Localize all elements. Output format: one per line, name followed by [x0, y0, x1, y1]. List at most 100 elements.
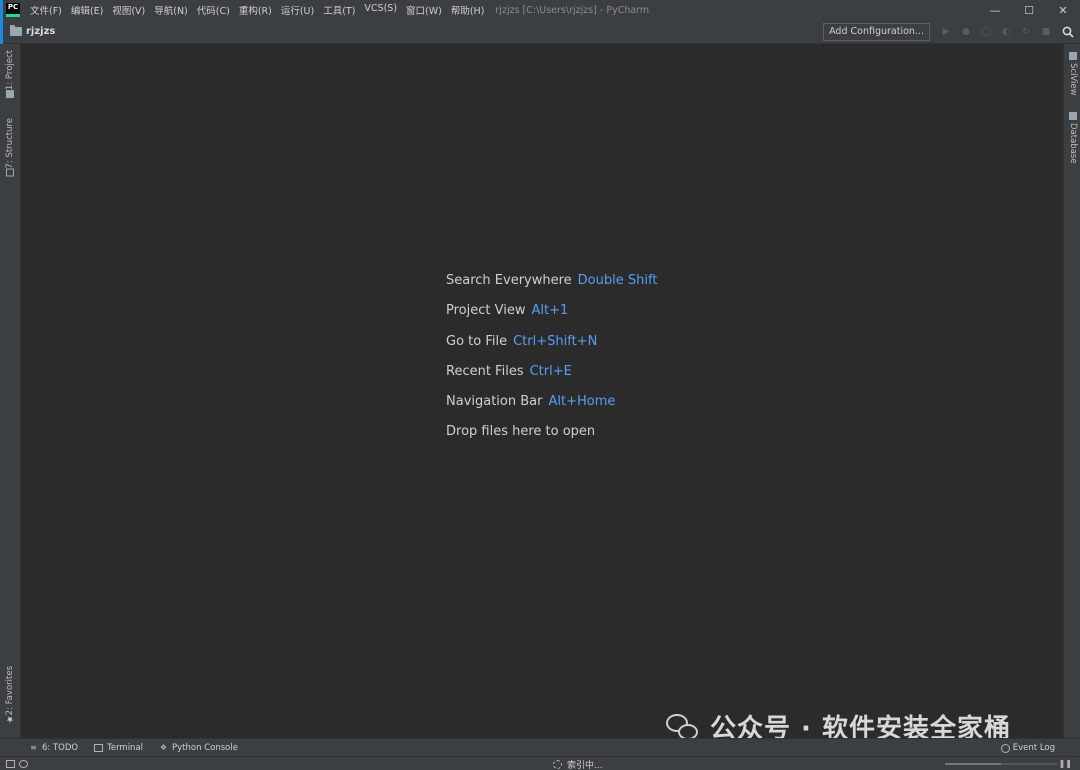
- spinner-icon: [553, 759, 562, 769]
- breadcrumb-project[interactable]: rjzjzs: [10, 25, 56, 37]
- structure-icon: [6, 168, 14, 177]
- tab-favorites-label: 2: Favorites: [5, 666, 15, 716]
- tab-todo-label: 6: TODO: [42, 742, 79, 753]
- menu-tools[interactable]: 工具(T): [323, 3, 355, 17]
- close-icon: ✕: [1058, 3, 1068, 17]
- tab-database[interactable]: Database: [1068, 112, 1078, 164]
- tab-favorites[interactable]: ★ 2: Favorites: [5, 666, 15, 726]
- menu-help[interactable]: 帮助(H): [451, 3, 485, 17]
- hint-label: Search Everywhere: [446, 273, 572, 288]
- memory-indicator-icon[interactable]: [19, 759, 28, 768]
- shortcut-hints: Search Everywhere Double Shift Project Vi…: [446, 273, 657, 455]
- hint-go-to-file: Go to File Ctrl+Shift+N: [446, 334, 657, 364]
- stop-button[interactable]: ■: [1036, 22, 1056, 42]
- tab-structure-label: 7: Structure: [5, 118, 15, 169]
- title-bar: PC 文件(F) 编辑(E) 视图(V) 导航(N) 代码(C) 重构(R) 运…: [0, 0, 1080, 20]
- search-everywhere-button[interactable]: [1056, 22, 1080, 42]
- window-controls: — ☐ ✕: [978, 0, 1080, 20]
- coverage-button[interactable]: ◯: [976, 22, 996, 42]
- editor-empty-area[interactable]: Search Everywhere Double Shift Project Vi…: [21, 44, 1063, 738]
- close-button[interactable]: ✕: [1046, 0, 1080, 20]
- indexing-label: 索引中...: [567, 760, 603, 770]
- tab-terminal-label: Terminal: [107, 742, 144, 753]
- bottom-tool-bar: ≡ 6: TODO Terminal ❖ Python Console Even…: [0, 738, 1080, 756]
- bug-icon: ●: [962, 27, 970, 37]
- menu-code[interactable]: 代码(C): [197, 3, 230, 17]
- play-icon: ▶: [942, 27, 950, 37]
- toggle-tool-windows-icon[interactable]: [6, 759, 15, 768]
- run-button[interactable]: ▶: [936, 22, 956, 42]
- hint-search-everywhere: Search Everywhere Double Shift: [446, 273, 657, 303]
- wechat-icon: [666, 712, 700, 742]
- folder-icon: [6, 90, 14, 99]
- menu-refactor[interactable]: 重构(R): [239, 3, 272, 17]
- tab-database-label: Database: [1068, 123, 1078, 164]
- hint-key: Alt+1: [531, 303, 569, 319]
- minimize-button[interactable]: —: [978, 0, 1012, 20]
- star-icon: ★: [5, 713, 15, 724]
- status-bar: 索引中... ❚❚: [0, 756, 1080, 770]
- hint-drop-files: Drop files here to open: [446, 424, 657, 454]
- hint-project-view: Project View Alt+1: [446, 303, 657, 333]
- hint-key: Double Shift: [577, 273, 658, 288]
- tab-python-console-label: Python Console: [172, 742, 238, 753]
- search-icon: [1062, 26, 1074, 38]
- python-icon: ❖: [159, 743, 168, 752]
- hint-navigation-bar: Navigation Bar Alt+Home: [446, 394, 657, 424]
- hint-label: Navigation Bar: [446, 394, 543, 410]
- terminal-icon: [94, 743, 104, 752]
- profile-button[interactable]: ◐: [996, 22, 1016, 42]
- tab-project-label: 1: Project: [5, 50, 15, 91]
- tab-todo[interactable]: ≡ 6: TODO: [29, 743, 78, 753]
- indexing-status: 索引中...: [553, 757, 603, 770]
- stop-icon: ■: [1041, 27, 1051, 37]
- hint-label: Drop files here to open: [446, 424, 596, 440]
- coverage-icon: ◯: [980, 27, 992, 37]
- right-tool-strip: SciView Database: [1063, 44, 1080, 738]
- tab-sciview-label: SciView: [1068, 63, 1078, 96]
- project-name: rjzjzs: [26, 26, 56, 37]
- main-menu: 文件(F) 编辑(E) 视图(V) 导航(N) 代码(C) 重构(R) 运行(U…: [30, 3, 493, 17]
- event-log-label: Event Log: [1012, 743, 1055, 753]
- rerun-button[interactable]: ↻: [1016, 22, 1036, 42]
- event-log-icon: [1000, 743, 1010, 753]
- maximize-button[interactable]: ☐: [1012, 0, 1046, 20]
- add-configuration-button[interactable]: Add Configuration...: [823, 23, 930, 41]
- navigation-bar: rjzjzs Add Configuration... ▶ ● ◯ ◐ ↻ ■: [0, 20, 1080, 44]
- tab-terminal[interactable]: Terminal: [94, 743, 143, 753]
- menu-window[interactable]: 窗口(W): [406, 3, 442, 17]
- hint-key: Ctrl+E: [529, 363, 572, 379]
- hint-key: Alt+Home: [548, 394, 616, 410]
- menu-view[interactable]: 视图(V): [112, 3, 145, 17]
- hint-recent-files: Recent Files Ctrl+E: [446, 364, 657, 394]
- hint-label: Project View: [446, 303, 526, 319]
- rerun-icon: ↻: [1022, 27, 1030, 37]
- pycharm-logo-icon: PC: [6, 3, 20, 17]
- pause-icon[interactable]: ❚❚: [1059, 759, 1072, 768]
- menu-navigate[interactable]: 导航(N): [154, 3, 188, 17]
- tab-structure[interactable]: 7: Structure: [5, 118, 15, 180]
- hint-label: Go to File: [446, 333, 508, 349]
- profile-icon: ◐: [1002, 27, 1010, 37]
- tab-python-console[interactable]: ❖ Python Console: [159, 743, 238, 753]
- sciview-icon: [1069, 52, 1077, 60]
- tab-sciview[interactable]: SciView: [1068, 52, 1078, 96]
- hint-label: Recent Files: [446, 363, 524, 379]
- event-log-button[interactable]: Event Log: [1000, 739, 1055, 757]
- run-toolbar: Add Configuration... ▶ ● ◯ ◐ ↻ ■: [823, 20, 1080, 44]
- menu-edit[interactable]: 编辑(E): [71, 3, 103, 17]
- database-icon: [1069, 112, 1077, 120]
- menu-vcs[interactable]: VCS(S): [364, 3, 397, 17]
- hint-key: Ctrl+Shift+N: [513, 333, 598, 349]
- tab-project[interactable]: 1: Project: [5, 50, 15, 101]
- progress-fill: [945, 763, 1001, 765]
- menu-file[interactable]: 文件(F): [30, 3, 62, 17]
- maximize-icon: ☐: [1024, 3, 1034, 17]
- minimize-icon: —: [989, 3, 1001, 17]
- folder-icon: [10, 25, 22, 36]
- list-icon: ≡: [30, 743, 37, 752]
- menu-run[interactable]: 运行(U): [281, 3, 314, 17]
- debug-button[interactable]: ●: [956, 22, 976, 42]
- indexing-progress-bar[interactable]: [945, 763, 1057, 765]
- left-tool-strip: 1: Project 7: Structure ★ 2: Favorites: [0, 44, 21, 738]
